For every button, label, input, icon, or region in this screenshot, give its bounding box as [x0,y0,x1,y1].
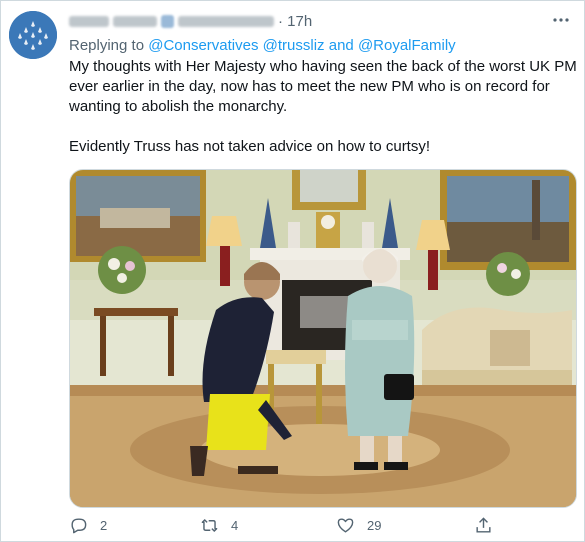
palace-room-photo [70,170,576,507]
tweet-paragraph-1: My thoughts with Her Majesty who having … [69,58,577,115]
blurred-display-name[interactable] [69,15,109,27]
like-action[interactable]: 29 [336,516,381,535]
reply-icon [71,518,87,534]
replying-to-last-link[interactable]: @RoyalFamily [358,37,456,54]
replying-and-link[interactable]: and [329,37,354,54]
tweet-time[interactable]: · 17h [278,13,312,30]
tweet-text: My thoughts with Her Majesty who having … [69,57,577,157]
user-avatar[interactable] [9,11,57,59]
blurred-display-name-2[interactable] [113,15,157,27]
tweet-time-value: 17h [287,12,313,30]
blurred-handle[interactable] [178,15,274,27]
blurred-badge-icon [161,14,174,28]
reply-action[interactable]: 2 [69,516,107,535]
tweet-header: · 17h [69,11,312,31]
tweet-photo[interactable] [69,169,577,508]
retweet-action[interactable]: 4 [200,516,238,535]
retweet-count: 4 [231,518,239,533]
replying-to-handles-link[interactable]: @Conservatives @trussliz [148,37,324,54]
share-icon [476,517,491,533]
like-count: 29 [367,518,382,533]
retweet-icon [201,518,218,533]
tweet-paragraph-2: Evidently Truss has not taken advice on … [69,138,431,155]
more-options-icon[interactable] [551,12,571,28]
replying-to-label: Replying to [69,37,145,54]
tweet-actions: 2 4 29 [69,516,509,538]
reply-count: 2 [100,518,108,533]
share-action[interactable] [474,516,505,535]
replying-to: Replying to @Conservatives @trussliz and… [69,37,456,54]
jet-formation-icon [9,11,57,59]
heart-icon [337,518,354,533]
